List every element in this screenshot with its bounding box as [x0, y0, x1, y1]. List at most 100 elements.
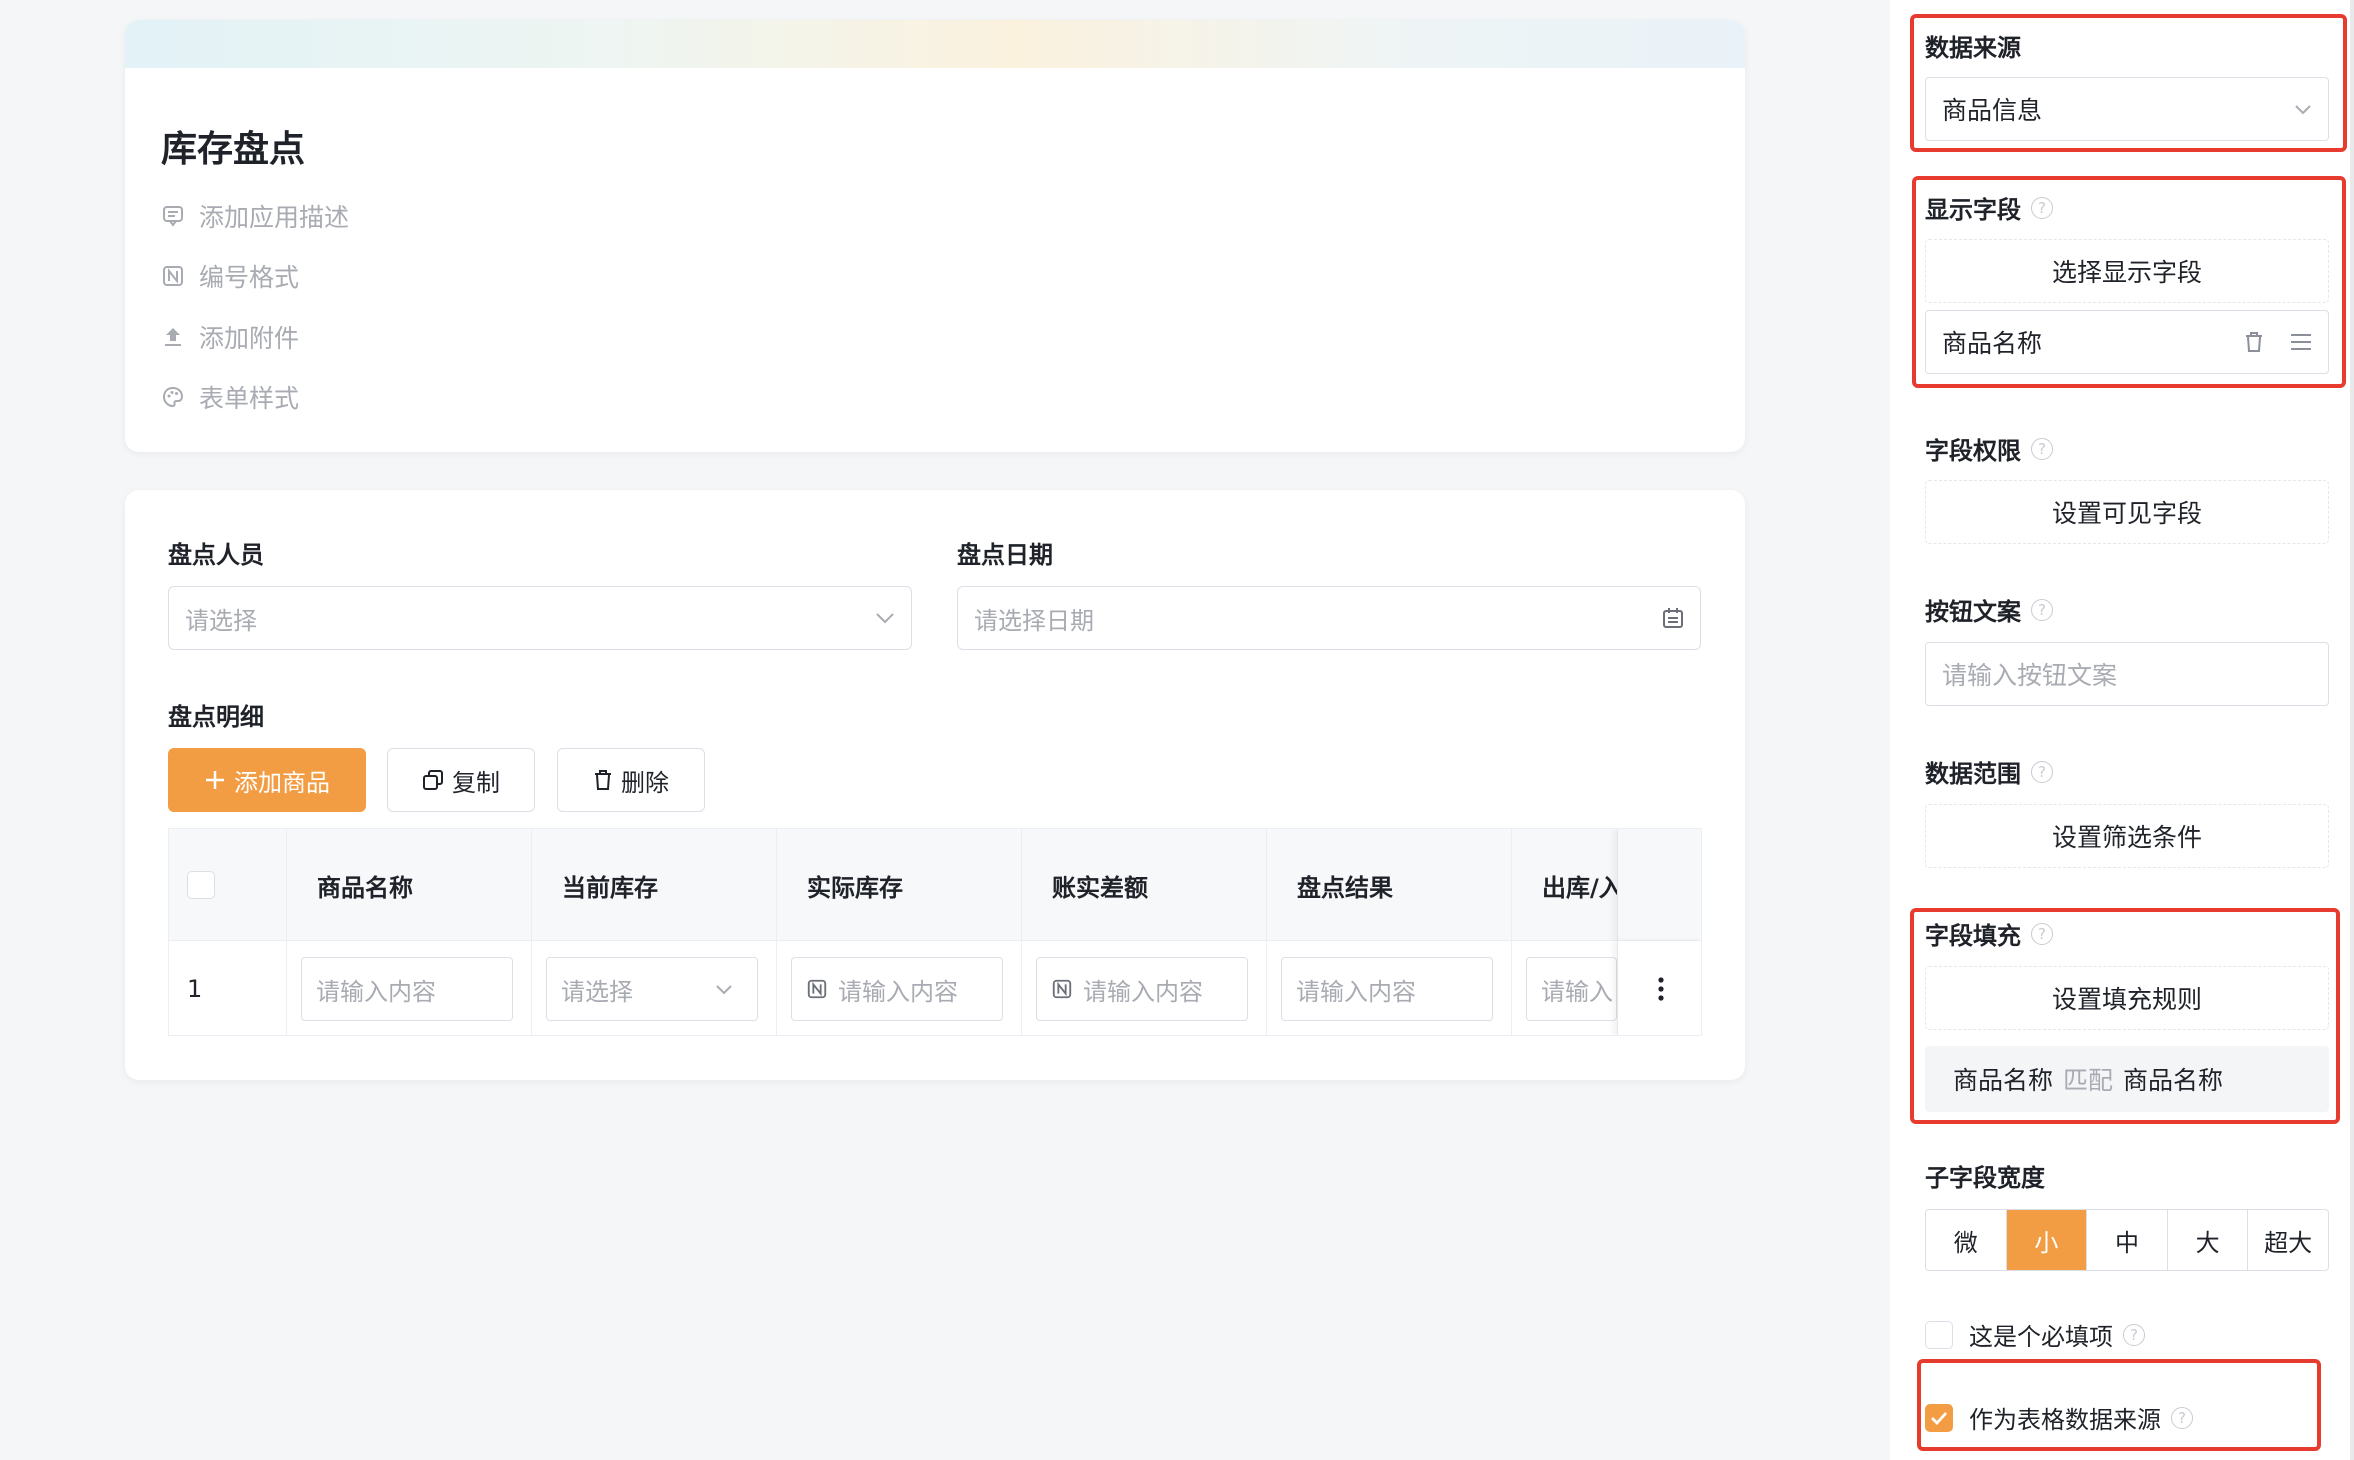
select-all-checkbox[interactable] — [187, 871, 215, 899]
cell-placeholder: 请输入 — [1541, 977, 1613, 1006]
button-label: 设置筛选条件 — [2051, 823, 2202, 852]
col-header: 商品名称 — [287, 829, 532, 941]
header-band — [125, 20, 1745, 68]
highlight-box — [1910, 908, 2340, 1124]
width-option-tiny[interactable]: 微 — [1926, 1210, 2007, 1270]
input-placeholder: 请输入按钮文案 — [1942, 661, 2118, 690]
col-header: 当前库存 — [532, 829, 777, 941]
cell-placeholder: 请输入内容 — [316, 977, 436, 1006]
product-name-input[interactable]: 请输入内容 — [301, 957, 513, 1021]
meta-label: 添加应用描述 — [199, 203, 350, 232]
required-option[interactable]: 这是个必填项 ? — [1925, 1317, 2145, 1352]
sub-width-segmented: 微 小 中 大 超大 — [1925, 1209, 2329, 1271]
cell: 请输入内容 — [1022, 941, 1267, 1035]
meta-label: 编号格式 — [199, 263, 300, 292]
button-text-label: 按钮文案? — [1925, 592, 2053, 627]
actual-stock-input[interactable]: 请输入内容 — [791, 957, 1003, 1021]
meta-label: 添加附件 — [199, 324, 300, 353]
width-option-large[interactable]: 大 — [2168, 1210, 2249, 1270]
field-permission-label: 字段权限? — [1925, 431, 2053, 466]
cell: 请输入内容 — [777, 941, 1022, 1035]
button-label: 设置可见字段 — [2051, 499, 2202, 528]
add-attachment-link[interactable]: 添加附件 — [161, 319, 299, 355]
delete-label: 删除 — [621, 768, 669, 797]
app-title[interactable]: 库存盘点 — [161, 120, 305, 172]
row-actions — [1617, 941, 1701, 1035]
add-description-link[interactable]: 添加应用描述 — [161, 198, 349, 234]
width-option-xlarge[interactable]: 超大 — [2248, 1210, 2328, 1270]
copy-button[interactable]: 复制 — [387, 748, 535, 812]
person-placeholder: 请选择 — [185, 606, 257, 635]
more-vertical-icon[interactable] — [1657, 976, 1665, 1002]
number-format-link[interactable]: 编号格式 — [161, 258, 299, 294]
number-icon — [807, 979, 827, 999]
label-text: 数据范围 — [1925, 760, 2021, 788]
copy-label: 复制 — [452, 768, 500, 797]
row-index: 1 — [169, 941, 287, 1035]
meta-label: 表单样式 — [199, 384, 300, 413]
current-stock-select[interactable]: 请选择 — [546, 957, 758, 1021]
number-icon — [1052, 979, 1072, 999]
date-picker[interactable]: 请选择日期 — [957, 586, 1701, 650]
number-icon — [163, 266, 183, 286]
comment-icon — [163, 206, 183, 227]
help-icon[interactable]: ? — [2031, 760, 2053, 783]
highlight-box — [1917, 1359, 2321, 1451]
cell: 请输入内容 — [1267, 941, 1512, 1035]
required-checkbox[interactable] — [1925, 1320, 1953, 1349]
cell: 请选择 — [532, 941, 777, 1035]
required-label: 这是个必填项 — [1969, 1323, 2113, 1351]
person-label: 盘点人员 — [168, 541, 264, 569]
form-style-link[interactable]: 表单样式 — [161, 379, 299, 415]
set-visible-fields-button[interactable]: 设置可见字段 — [1925, 480, 2329, 544]
button-text-input[interactable]: 请输入按钮文案 — [1925, 642, 2329, 706]
plus-icon — [206, 771, 224, 789]
add-product-label: 添加商品 — [234, 768, 330, 797]
detail-table: 商品名称 当前库存 实际库存 账实差额 盘点结果 出库/入 1 请输入内容 请选… — [168, 828, 1702, 1036]
result-input[interactable]: 请输入内容 — [1281, 957, 1493, 1021]
set-filter-button[interactable]: 设置筛选条件 — [1925, 804, 2329, 868]
cell-placeholder: 请选择 — [561, 977, 633, 1006]
upload-icon — [165, 328, 181, 346]
date-label: 盘点日期 — [957, 541, 1053, 569]
date-placeholder: 请选择日期 — [974, 606, 1094, 635]
select-all-cell — [169, 829, 287, 941]
chevron-down-icon — [876, 613, 894, 624]
cell-placeholder: 请输入内容 — [1296, 977, 1416, 1006]
table-header: 商品名称 当前库存 实际库存 账实差额 盘点结果 出库/入 — [169, 829, 1701, 941]
delete-button[interactable]: 删除 — [557, 748, 705, 812]
width-option-medium[interactable]: 中 — [2087, 1210, 2168, 1270]
copy-icon — [423, 770, 443, 790]
highlight-box — [1910, 14, 2347, 152]
person-select[interactable]: 请选择 — [168, 586, 912, 650]
cell-placeholder: 请输入内容 — [1083, 977, 1203, 1006]
difference-input[interactable]: 请输入内容 — [1036, 957, 1248, 1021]
add-product-button[interactable]: 添加商品 — [168, 748, 366, 812]
in-out-input[interactable]: 请输入 — [1526, 957, 1617, 1021]
detail-label: 盘点明细 — [168, 703, 264, 731]
label-text: 按钮文案 — [1925, 598, 2021, 626]
trash-icon — [595, 770, 611, 790]
highlight-box — [1912, 176, 2346, 388]
table-row: 1 请输入内容 请选择 请输入内容 请输入内容 请输入内容 请输入 — [169, 941, 1701, 1035]
cell: 请输入内容 — [287, 941, 532, 1035]
calendar-icon — [1663, 608, 1683, 628]
label-text: 字段权限 — [1925, 437, 2021, 465]
help-icon[interactable]: ? — [2031, 437, 2053, 460]
cell: 请输入 — [1512, 941, 1617, 1035]
palette-icon — [162, 386, 184, 408]
sub-width-label: 子字段宽度 — [1925, 1158, 2045, 1193]
col-header: 盘点结果 — [1267, 829, 1512, 941]
help-icon[interactable]: ? — [2031, 598, 2053, 621]
scrollbar[interactable] — [2350, 0, 2354, 1460]
width-option-small[interactable]: 小 — [2006, 1210, 2088, 1270]
col-header: 实际库存 — [777, 829, 1022, 941]
help-icon[interactable]: ? — [2123, 1323, 2145, 1346]
col-header: 账实差额 — [1022, 829, 1267, 941]
app-info-card: 库存盘点 添加应用描述 编号格式 添加附件 表单样式 — [125, 20, 1745, 452]
cell-placeholder: 请输入内容 — [838, 977, 958, 1006]
data-scope-label: 数据范围? — [1925, 754, 2053, 789]
col-header: 出库/入 — [1542, 873, 1617, 902]
label-text: 子字段宽度 — [1925, 1164, 2045, 1192]
actions-header — [1617, 829, 1701, 941]
